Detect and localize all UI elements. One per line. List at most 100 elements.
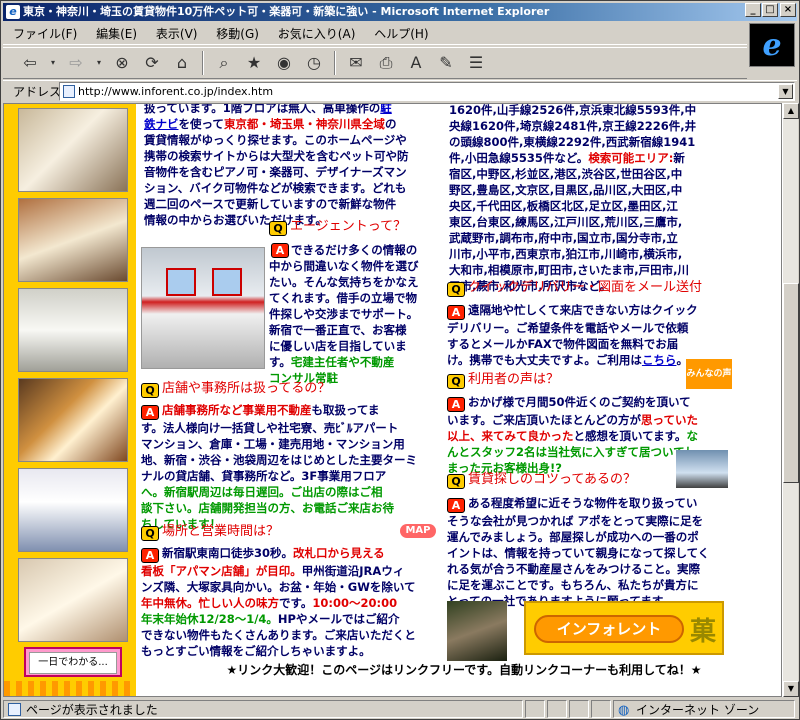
- q-icon: Q: [269, 221, 287, 236]
- tunnel-photo: [447, 601, 507, 661]
- q-icon: Q: [447, 282, 465, 297]
- forward-icon[interactable]: ⇨: [63, 50, 89, 76]
- menu-favorites[interactable]: お気に入り(A): [278, 27, 356, 41]
- question-hours: Q 場所と営業時間は？: [141, 523, 279, 541]
- browser-window: e 東京・神奈川・埼玉の賃貸物件10万件ペット可・楽器可・新築に強い - Mic…: [0, 0, 800, 720]
- scroll-up-icon[interactable]: ▲: [783, 103, 799, 119]
- q-icon: Q: [447, 474, 465, 489]
- room-photo[interactable]: [18, 108, 128, 192]
- maximize-button[interactable]: □: [762, 3, 778, 17]
- zone-cell: ◍ インターネット ゾーン: [613, 700, 795, 718]
- answer-agent: できるだけ多くの情報の 中から間違いなく物件を選び たい。そんな気持ちをかなえ …: [269, 243, 419, 385]
- page-icon: [63, 85, 75, 98]
- menu-help[interactable]: ヘルプ(H): [374, 27, 428, 41]
- a-icon: A: [447, 498, 465, 513]
- media-icon[interactable]: ◉: [271, 50, 297, 76]
- q-icon: Q: [141, 526, 159, 541]
- logo-text: インフォレント: [534, 615, 684, 643]
- discuss-icon[interactable]: ☰: [463, 50, 489, 76]
- a-icon: A: [447, 397, 465, 412]
- question-delivery: Q クイックデリバリー・図面をメール送付: [447, 279, 702, 297]
- answer-hours: A 新宿駅東南口徒歩30秒。改札口から見える 看板「アパマン店舗」が目印。甲州街道…: [141, 546, 416, 658]
- address-bar: アドレス http://www.inforent.co.jp/index.htm…: [3, 80, 797, 102]
- page-done-icon: [8, 703, 21, 716]
- close-button[interactable]: ×: [780, 3, 796, 17]
- mail-icon[interactable]: ✉: [343, 50, 369, 76]
- toolbar: ⇦ ▾ ⇨ ▾ ⊗ ⟳ ⌂ ⌕ ★ ◉ ◷ ✉ ⎙ A ✎ ☰: [3, 47, 747, 79]
- question-tips: Q 賃貸探しのコツってあるの？: [447, 471, 636, 489]
- room-photo[interactable]: [18, 468, 128, 552]
- kiosk-screen: [212, 268, 242, 296]
- menu-go[interactable]: 移動(G): [216, 27, 259, 41]
- room-photo[interactable]: [18, 558, 128, 642]
- answer-tips: A ある程度希望に近そうな物件を取り扱ってい そうな会社が見つかれば アポをとって…: [447, 496, 710, 608]
- room-photo[interactable]: [18, 198, 128, 282]
- customer-voice-icon[interactable]: みんなの声: [686, 359, 732, 389]
- search-info-text: 1620件,山手線2526件,京浜東北線5593件,中 央線1620件,埼京線2…: [449, 103, 697, 293]
- window-title: 東京・神奈川・埼玉の賃貸物件10万件ペット可・楽器可・新築に強い - Micro…: [23, 5, 550, 18]
- logo-kanji: 菓: [689, 617, 716, 647]
- search-icon[interactable]: ⌕: [211, 50, 237, 76]
- font-size-icon[interactable]: A: [403, 50, 429, 76]
- toolbar-separator: [202, 51, 204, 75]
- print-icon[interactable]: ⎙: [373, 50, 399, 76]
- delivery-link[interactable]: こちら: [642, 353, 677, 367]
- left-photo-strip: 一日でわかる...: [4, 104, 136, 696]
- ie-logo-icon: e: [749, 23, 795, 67]
- address-url: http://www.inforent.co.jp/index.htm: [78, 85, 274, 98]
- one-day-button[interactable]: 一日でわかる...: [24, 647, 122, 677]
- address-dropdown-icon[interactable]: ▼: [778, 84, 793, 99]
- refresh-icon[interactable]: ⟳: [139, 50, 165, 76]
- title-bar: e 東京・神奈川・埼玉の賃貸物件10万件ペット可・楽器可・新築に強い - Mic…: [3, 3, 797, 21]
- room-photo[interactable]: [18, 378, 128, 462]
- scroll-down-icon[interactable]: ▼: [783, 681, 799, 697]
- room-photo[interactable]: [18, 288, 128, 372]
- status-cell: [547, 700, 567, 718]
- menu-file[interactable]: ファイル(F): [13, 27, 77, 41]
- edit-icon[interactable]: ✎: [433, 50, 459, 76]
- status-cell: [591, 700, 611, 718]
- question-voice: Q 利用者の声は？: [447, 371, 559, 389]
- q-icon: Q: [141, 383, 159, 398]
- history-icon[interactable]: ◷: [301, 50, 327, 76]
- question-store: Q 店舗や事務所は扱ってるの？: [141, 380, 330, 398]
- zone-text: インターネット ゾーン: [636, 703, 760, 717]
- status-text: ページが表示されました: [26, 703, 158, 717]
- vertical-scrollbar[interactable]: ▲ ▼: [782, 103, 799, 697]
- favorites-icon[interactable]: ★: [241, 50, 267, 76]
- menu-edit[interactable]: 編集(E): [96, 27, 137, 41]
- status-text-cell: ページが表示されました: [3, 700, 523, 718]
- status-cell: [569, 700, 589, 718]
- decorative-stripe: [4, 681, 136, 696]
- one-day-button-label: 一日でわかる...: [29, 652, 117, 674]
- scroll-thumb[interactable]: [783, 283, 799, 483]
- kiosk-screen: [166, 268, 196, 296]
- kiosk-photo: [141, 247, 265, 369]
- question-agent: Q エージェントって？: [269, 218, 406, 236]
- toolbar-separator: [334, 51, 336, 75]
- minimize-button[interactable]: _: [745, 3, 761, 17]
- a-icon: A: [141, 548, 159, 563]
- station-navi-link[interactable]: 駐: [380, 104, 392, 115]
- answer-store: A 店舗事務所など事業用不動産も取扱ってま す。法人様向け一括貸しや社宅寮、売ﾋﾞ…: [141, 403, 417, 531]
- address-label: アドレス: [13, 85, 62, 99]
- back-icon[interactable]: ⇦: [17, 50, 43, 76]
- map-button[interactable]: MAP: [400, 524, 436, 538]
- status-cell: [525, 700, 545, 718]
- q-icon: Q: [447, 374, 465, 389]
- address-input[interactable]: http://www.inforent.co.jp/index.htm ▼: [59, 82, 795, 101]
- inforent-logo[interactable]: インフォレント 菓: [524, 601, 724, 655]
- stop-icon[interactable]: ⊗: [109, 50, 135, 76]
- building-photo: [676, 450, 728, 488]
- footer-link-notice: ★リンク大歓迎！このページはリンクフリーです。自動リンクコーナーも利用してね！★: [226, 663, 702, 677]
- status-bar: ページが表示されました ◍ インターネット ゾーン: [3, 699, 797, 719]
- home-icon[interactable]: ⌂: [169, 50, 195, 76]
- a-icon: A: [447, 305, 465, 320]
- a-icon: A: [141, 405, 159, 420]
- page-content: 一日でわかる... 扱っています。1階フロアは無人、高単操作の駐 鉄ナビを使って…: [3, 103, 782, 697]
- back-dropdown-icon[interactable]: ▾: [47, 50, 59, 76]
- menu-view[interactable]: 表示(V): [156, 27, 198, 41]
- ie-icon: e: [6, 5, 20, 19]
- station-navi-link[interactable]: 鉄ナビ: [144, 117, 179, 131]
- forward-dropdown-icon[interactable]: ▾: [93, 50, 105, 76]
